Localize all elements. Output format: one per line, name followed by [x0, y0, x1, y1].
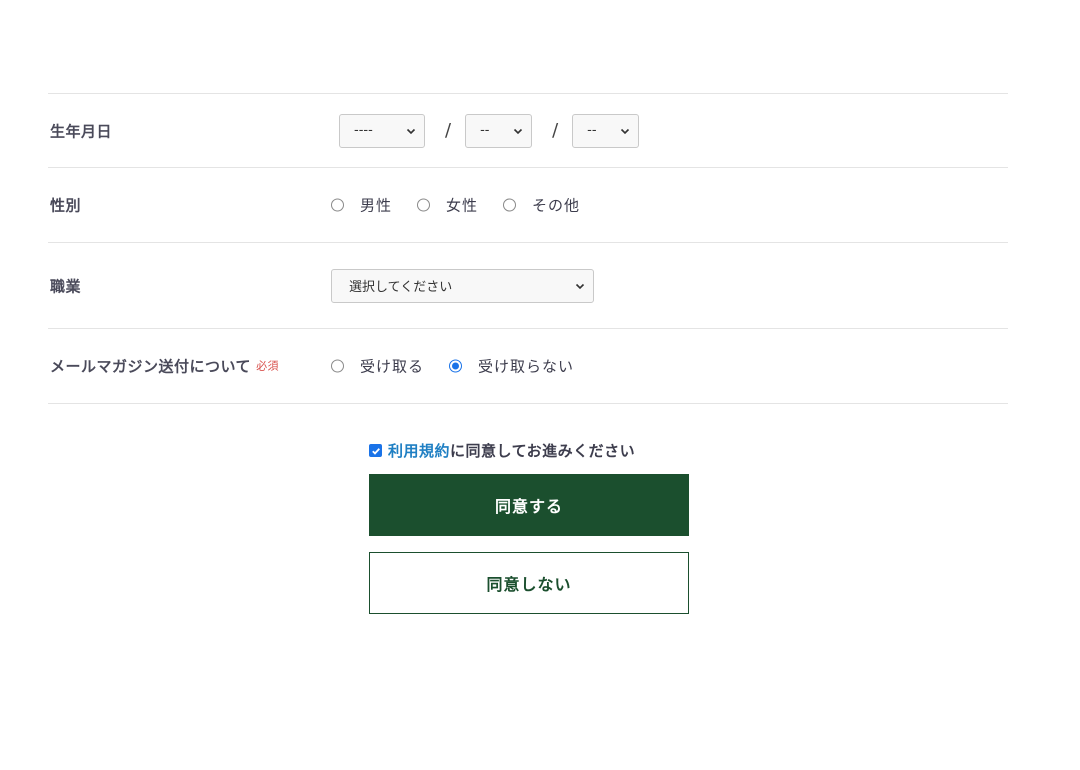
- birth-year-value: ----: [354, 123, 373, 138]
- gender-row: 性別 男性 女性 その他: [48, 168, 1008, 243]
- birth-year-select[interactable]: ----: [339, 113, 425, 148]
- agreement-text: に同意してお進みください: [450, 442, 636, 460]
- terms-link[interactable]: 利用規約: [388, 440, 450, 461]
- date-separator: /: [552, 120, 559, 141]
- chevron-down-icon: [512, 125, 524, 137]
- gender-radio-female[interactable]: [417, 198, 431, 212]
- birth-month-value: --: [480, 123, 490, 138]
- agreement-area: 利用規約 に同意してお進みください: [369, 440, 689, 461]
- required-badge: 必須: [256, 359, 280, 373]
- occupation-select[interactable]: 選択してください: [331, 268, 594, 303]
- newsletter-option-label: 受け取る: [360, 357, 425, 376]
- disagree-button[interactable]: 同意しない: [369, 552, 689, 614]
- chevron-down-icon: [405, 125, 417, 137]
- birth-month-select[interactable]: --: [465, 113, 533, 148]
- gender-option-label: その他: [532, 196, 581, 215]
- gender-radio-group: 男性 女性 その他: [331, 195, 605, 216]
- occupation-field: 選択してください: [331, 268, 594, 303]
- newsletter-radio-receive[interactable]: [331, 359, 344, 373]
- gender-radio-other[interactable]: [503, 198, 517, 212]
- birth-day-value: --: [587, 123, 597, 138]
- gender-radio-male[interactable]: [331, 198, 344, 212]
- newsletter-option-label: 受け取らない: [478, 357, 575, 376]
- agree-button[interactable]: 同意する: [369, 474, 689, 536]
- profile-form: 生年月日 ---- / -- / -- 性別 男性 女性 その他 職業 選択して…: [48, 93, 1008, 404]
- occupation-row: 職業 選択してください: [48, 243, 1008, 329]
- gender-option-label: 女性: [446, 196, 479, 215]
- birth-day-select[interactable]: --: [572, 113, 640, 148]
- newsletter-radio-group: 受け取る 受け取らない: [331, 356, 599, 377]
- newsletter-row: メールマガジン送付について 必須 受け取る 受け取らない: [48, 329, 1008, 404]
- occupation-value: 選択してください: [349, 280, 453, 295]
- date-separator: /: [445, 120, 452, 141]
- birthdate-row: 生年月日 ---- / -- / --: [48, 94, 1008, 168]
- agree-checkbox[interactable]: [369, 444, 382, 457]
- gender-label: 性別: [50, 196, 82, 215]
- chevron-down-icon: [574, 280, 586, 292]
- newsletter-label: メールマガジン送付について 必須: [50, 356, 279, 377]
- birthdate-label: 生年月日: [50, 122, 113, 140]
- occupation-label: 職業: [50, 277, 82, 295]
- newsletter-label-text: メールマガジン送付について: [50, 357, 252, 376]
- newsletter-radio-decline[interactable]: [449, 359, 463, 373]
- gender-option-label: 男性: [360, 196, 393, 215]
- birthdate-field: ---- / -- / --: [339, 113, 640, 148]
- agreement-line: 利用規約 に同意してお進みください: [369, 440, 689, 461]
- chevron-down-icon: [619, 125, 631, 137]
- checkmark-icon: [371, 447, 380, 455]
